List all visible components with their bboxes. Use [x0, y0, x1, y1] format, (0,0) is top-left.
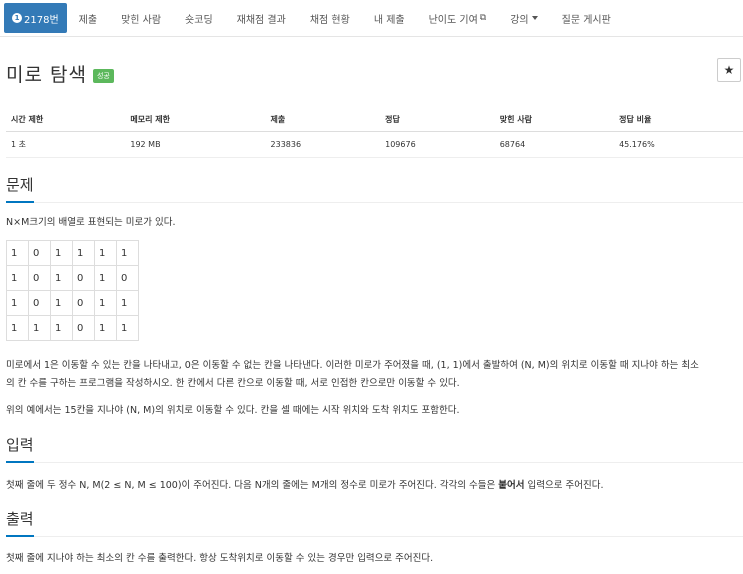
- header-submissions: 제출: [265, 110, 381, 132]
- maze-cell: 0: [72, 315, 95, 341]
- input-description: 첫째 줄에 두 정수 N, M(2 ≤ N, M ≤ 100)이 주어진다. 다…: [6, 477, 741, 495]
- description-section-header: 문제: [6, 174, 743, 203]
- description-intro: N×M크기의 배열로 표현되는 미로가 있다.: [6, 217, 176, 228]
- maze-row: 101010: [6, 265, 139, 291]
- maze-row: 101111: [6, 240, 139, 266]
- info-header-row: 시간 제한 메모리 제한 제출 정답 맞힌 사람 정답 비율: [6, 110, 743, 132]
- maze-cell: 1: [6, 290, 29, 316]
- description-paragraph-2: 위의 예에서는 15칸을 지나야 (N, M)의 위치로 이동할 수 있다. 칸…: [6, 405, 460, 416]
- description-line-1: 미로에서 1은 이동할 수 있는 칸을 나타내고, 0은 이동할 수 없는 칸을…: [6, 360, 699, 371]
- maze-cell: 0: [72, 290, 95, 316]
- maze-row: 101011: [6, 290, 139, 316]
- problem-number: 2178번: [24, 14, 59, 26]
- maze-cell: 1: [116, 240, 139, 266]
- value-solvers: 68764: [494, 131, 615, 158]
- input-section-header: 입력: [6, 434, 743, 463]
- maze-cell: 1: [94, 265, 117, 291]
- input-text-before: 첫째 줄에 두 정수 N, M(2 ≤ N, M ≤ 100)이 주어진다. 다…: [6, 480, 499, 491]
- value-time-limit: 1 초: [6, 131, 126, 158]
- tab-my-submissions[interactable]: 내 제출: [362, 0, 417, 36]
- header-solvers: 맞힌 사람: [494, 110, 615, 132]
- header-ratio: 정답 비율: [614, 110, 743, 132]
- value-memory-limit: 192 MB: [125, 131, 266, 158]
- description-line-2: 의 칸 수를 구하는 프로그램을 작성하시오. 한 칸에서 다른 칸으로 이동할…: [6, 378, 460, 389]
- tab-short-coding[interactable]: 숏코딩: [173, 0, 225, 36]
- maze-cell: 1: [6, 265, 29, 291]
- value-accepted: 109676: [380, 131, 495, 158]
- title-row: 미로 탐색 성공: [6, 60, 114, 87]
- description-paragraph-1: 미로에서 1은 이동할 수 있는 칸을 나타내고, 0은 이동할 수 없는 칸을…: [6, 357, 741, 393]
- maze-cell: 1: [72, 240, 95, 266]
- input-text-after: 입력으로 주어진다.: [524, 480, 604, 491]
- tab-difficulty-label: 난이도 기여: [428, 14, 478, 26]
- maze-cell: 0: [28, 240, 51, 266]
- header-time-limit: 시간 제한: [6, 110, 126, 132]
- tab-rejudge[interactable]: 재채점 결과: [225, 0, 298, 36]
- output-section-header: 출력: [6, 508, 743, 537]
- maze-table: 101111101010101011111011: [6, 240, 139, 341]
- maze-cell: 0: [28, 265, 51, 291]
- problem-info-table: 시간 제한 메모리 제한 제출 정답 맞힌 사람 정답 비율 1 초 192 M…: [6, 110, 743, 158]
- caret-down-icon: [531, 16, 538, 20]
- maze-cell: 0: [116, 265, 139, 291]
- maze-row: 111011: [6, 315, 139, 341]
- input-title: 입력: [6, 434, 34, 463]
- page-title: 미로 탐색: [6, 64, 87, 86]
- external-link-icon: ⧉: [479, 13, 487, 23]
- tab-lectures-label: 강의: [510, 14, 529, 26]
- maze-cell: 1: [6, 315, 29, 341]
- tab-problem[interactable]: 1 2178번: [4, 3, 67, 33]
- maze-cell: 1: [50, 290, 73, 316]
- maze-cell: 1: [50, 240, 73, 266]
- tab-lectures[interactable]: 강의: [498, 0, 549, 36]
- maze-cell: 1: [6, 240, 29, 266]
- tab-difficulty[interactable]: 난이도 기여 ⧉: [417, 0, 499, 36]
- maze-cell: 1: [50, 265, 73, 291]
- maze-cell: 1: [116, 290, 139, 316]
- tab-board[interactable]: 질문 게시판: [550, 0, 623, 36]
- maze-cell: 1: [50, 315, 73, 341]
- maze-cell: 1: [94, 315, 117, 341]
- tab-submit[interactable]: 제출: [67, 0, 109, 36]
- maze-cell: 0: [72, 265, 95, 291]
- status-badge: 성공: [92, 69, 114, 83]
- maze-cell: 1: [28, 315, 51, 341]
- info-value-row: 1 초 192 MB 233836 109676 68764 45.176%: [6, 131, 743, 158]
- problem-nav: 1 2178번 제출 맞힌 사람 숏코딩 재채점 결과 채점 현황 내 제출 난…: [0, 0, 743, 37]
- output-title: 출력: [6, 508, 34, 537]
- header-accepted: 정답: [380, 110, 495, 132]
- tab-status[interactable]: 채점 현황: [298, 0, 362, 36]
- output-description: 첫째 줄에 지나야 하는 최소의 칸 수를 출력한다. 항상 도착위치로 이동할…: [6, 553, 434, 564]
- star-button[interactable]: ★: [717, 58, 741, 82]
- maze-cell: 1: [116, 315, 139, 341]
- value-ratio: 45.176%: [614, 131, 743, 158]
- value-submissions: 233836: [265, 131, 381, 158]
- maze-cell: 1: [94, 290, 117, 316]
- problem-badge: 1: [12, 13, 22, 23]
- header-memory-limit: 메모리 제한: [125, 110, 266, 132]
- tab-solvers[interactable]: 맞힌 사람: [109, 0, 173, 36]
- input-text-bold: 붙어서: [498, 480, 525, 491]
- maze-cell: 1: [94, 240, 117, 266]
- maze-cell: 0: [28, 290, 51, 316]
- description-title: 문제: [6, 174, 34, 203]
